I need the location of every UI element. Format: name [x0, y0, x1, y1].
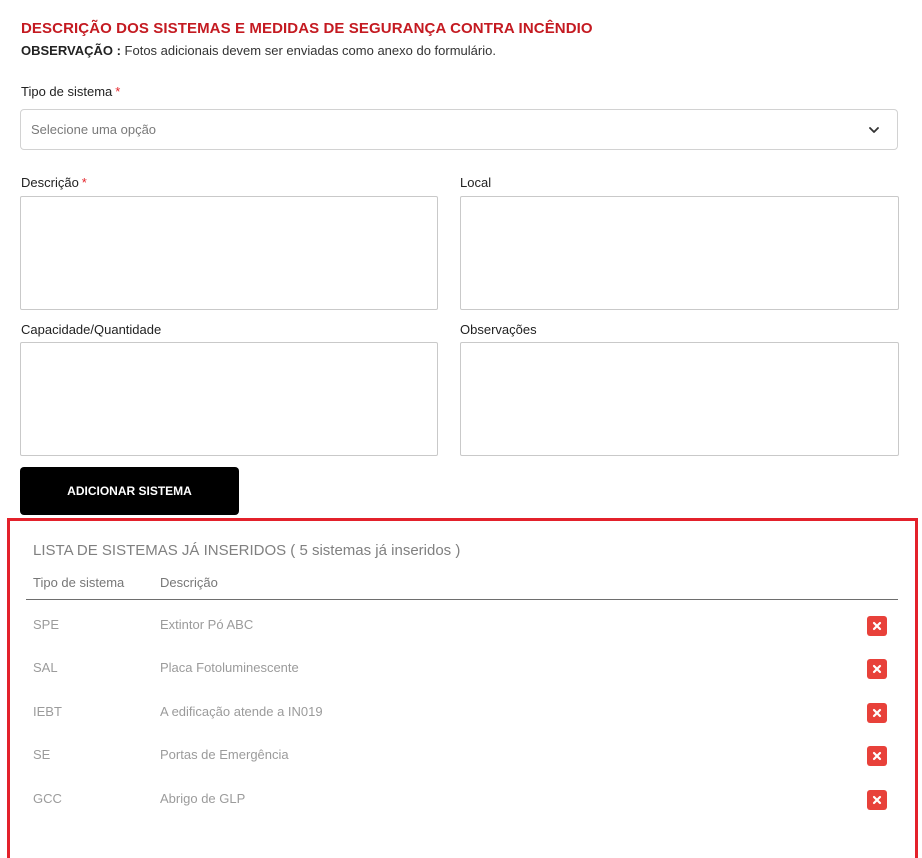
chevron-down-icon — [869, 127, 879, 133]
observacoes-label: Observações — [460, 322, 537, 337]
row-tipo: IEBT — [33, 704, 62, 719]
systems-list-panel: LISTA DE SISTEMAS JÁ INSERIDOS ( 5 siste… — [7, 518, 918, 858]
delete-button[interactable] — [867, 659, 887, 679]
row-tipo: SAL — [33, 660, 58, 675]
row-descricao: Portas de Emergência — [160, 747, 289, 762]
table-row: SE Portas de Emergência — [10, 746, 915, 767]
delete-button[interactable] — [867, 616, 887, 636]
row-tipo: GCC — [33, 791, 62, 806]
column-header-tipo: Tipo de sistema — [33, 575, 125, 590]
capacidade-label: Capacidade/Quantidade — [21, 322, 162, 337]
descricao-label: Descrição * — [21, 175, 87, 190]
table-row: GCC Abrigo de GLP — [10, 790, 915, 811]
observation-label: OBSERVAÇÃO : — [21, 43, 121, 58]
delete-button[interactable] — [867, 746, 887, 766]
close-icon — [872, 621, 882, 631]
close-icon — [872, 795, 882, 805]
list-title: LISTA DE SISTEMAS JÁ INSERIDOS ( 5 siste… — [33, 542, 461, 559]
add-system-button[interactable]: ADICIONAR SISTEMA — [20, 467, 239, 515]
descricao-label-text: Descrição — [21, 175, 79, 190]
tipo-select-placeholder: Selecione uma opção — [31, 122, 157, 137]
tipo-label: Tipo de sistema * — [21, 84, 120, 99]
local-textarea[interactable] — [460, 196, 899, 310]
close-icon — [872, 708, 882, 718]
row-descricao: Extintor Pó ABC — [160, 617, 254, 632]
local-label: Local — [460, 175, 492, 190]
observacoes-textarea[interactable] — [460, 342, 899, 456]
row-descricao: Abrigo de GLP — [160, 791, 246, 806]
delete-button[interactable] — [867, 790, 887, 810]
section-title: DESCRIÇÃO DOS SISTEMAS E MEDIDAS DE SEGU… — [21, 20, 593, 37]
required-mark: * — [115, 84, 121, 99]
required-mark: * — [81, 175, 87, 190]
table-row: SPE Extintor Pó ABC — [10, 616, 915, 637]
row-descricao: Placa Fotoluminescente — [160, 660, 299, 675]
row-descricao: A edificação atende a IN019 — [160, 704, 323, 719]
row-tipo: SE — [33, 747, 51, 762]
table-row: SAL Placa Fotoluminescente — [10, 659, 915, 680]
observation-text: Fotos adicionais devem ser enviadas como… — [124, 43, 496, 58]
column-header-descricao: Descrição — [160, 575, 218, 590]
descricao-textarea[interactable] — [20, 196, 438, 310]
observation-note: OBSERVAÇÃO : Fotos adicionais devem ser … — [21, 43, 496, 58]
row-tipo: SPE — [33, 617, 60, 632]
close-icon — [872, 664, 882, 674]
tipo-select[interactable]: Selecione uma opção — [20, 109, 898, 150]
tipo-label-text: Tipo de sistema — [21, 84, 113, 99]
header-divider — [26, 599, 898, 600]
capacidade-textarea[interactable] — [20, 342, 438, 456]
delete-button[interactable] — [867, 703, 887, 723]
close-icon — [872, 751, 882, 761]
table-row: IEBT A edificação atende a IN019 — [10, 703, 915, 724]
